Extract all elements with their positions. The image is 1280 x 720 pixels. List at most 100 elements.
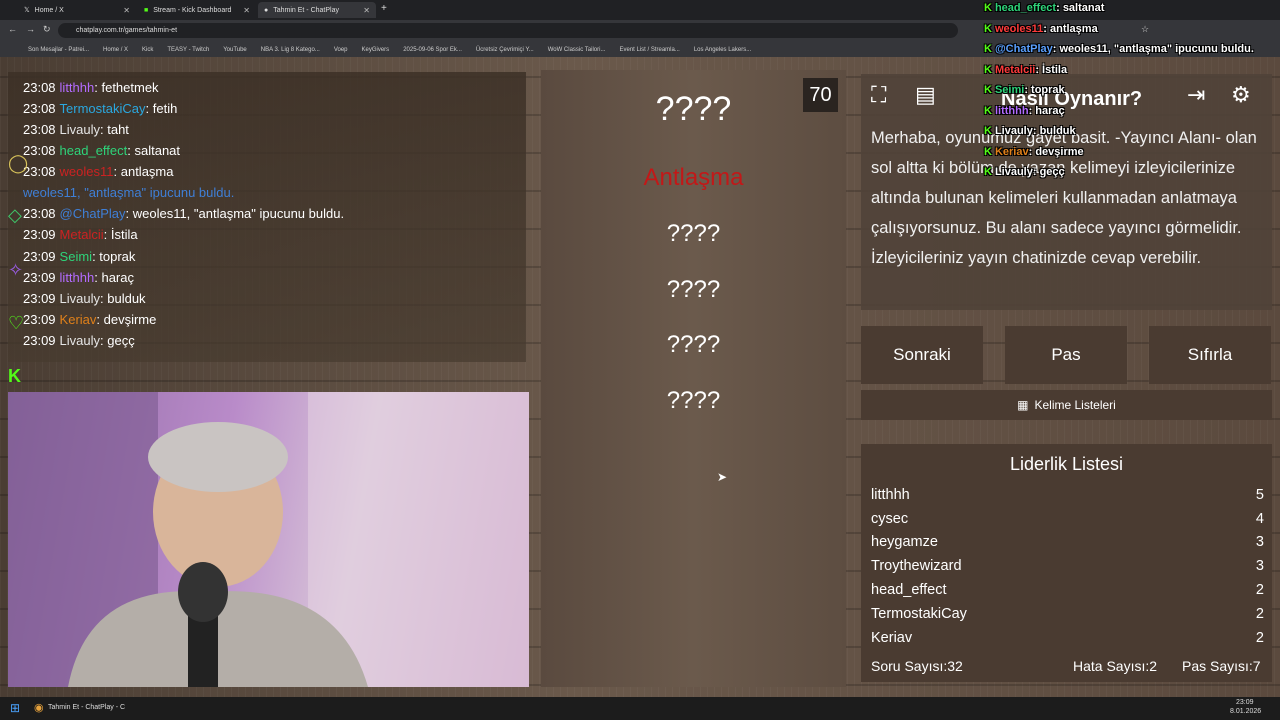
settings-gear-icon[interactable]: ⚙ bbox=[1231, 82, 1251, 108]
kick-badge-icon: K bbox=[984, 104, 992, 117]
close-tab-icon[interactable]: ✕ bbox=[363, 6, 370, 15]
bookmark-item[interactable]: Home / X bbox=[103, 47, 128, 53]
overlay-chat-message: Kweoles11: antlaşma bbox=[984, 23, 1098, 35]
chat-username[interactable]: litthhh bbox=[60, 270, 95, 285]
bookmark-item[interactable]: Son Mesajlar - Patrei... bbox=[28, 47, 89, 53]
windows-start-icon[interactable]: ⊞ bbox=[10, 701, 20, 715]
player-name: Troythewizard bbox=[871, 558, 962, 574]
chat-time: 23:09 bbox=[23, 227, 56, 242]
reset-button[interactable]: Sıfırla bbox=[1149, 326, 1271, 384]
bookmark-star-icon[interactable]: ☆ bbox=[1141, 24, 1149, 35]
sparkle-icon: ✧ bbox=[8, 260, 24, 280]
chat-message: 23:09 Livauly: geçç bbox=[23, 333, 135, 348]
bookmark-item[interactable]: Voep bbox=[334, 47, 348, 53]
overlay-username: weoles11 bbox=[994, 22, 1044, 35]
chat-text: : weoles11, "antlaşma" ipucunu buldu. bbox=[125, 206, 345, 221]
overlay-chat-message: K @ChatPlay: weoles11, "antlaşma" ipucunu… bbox=[984, 43, 1254, 55]
chat-text: : fethetmek bbox=[94, 80, 159, 95]
error-count: Hata Sayısı:2 bbox=[1073, 658, 1158, 674]
word-lists-button[interactable]: ▦ Kelime Listeleri bbox=[861, 390, 1272, 420]
chrome-icon[interactable]: ◉ bbox=[34, 701, 44, 714]
overlay-chat-message: K Metalcii: İstila bbox=[984, 64, 1067, 76]
chat-username[interactable]: weoles11, bbox=[23, 185, 81, 200]
chat-message: 23:08 litthhh: fethetmek bbox=[23, 80, 159, 95]
chat-username[interactable]: Seimi bbox=[60, 249, 93, 264]
leaderboard-row: head_effect 2 bbox=[871, 582, 1264, 598]
chat-text: : antlaşma bbox=[113, 164, 174, 179]
bookmark-item[interactable]: NBA 3. Lig 8 Katego... bbox=[261, 47, 320, 53]
chat-username[interactable]: Keriav bbox=[60, 312, 97, 327]
bookmark-item[interactable]: Ücretsiz Çevrimiçi Y... bbox=[476, 47, 534, 53]
back-icon[interactable]: ← bbox=[8, 24, 17, 34]
new-tab-button[interactable]: + bbox=[381, 3, 387, 14]
leaderboard-row: heygamze 3 bbox=[871, 534, 1264, 550]
chat-message: 23:09 Seimi: toprak bbox=[23, 249, 135, 264]
chat-text: : bulduk bbox=[100, 291, 146, 306]
tab-tahmin-et[interactable]: ● Tahmin Et - ChatPlay ✕ bbox=[258, 2, 376, 18]
chat-message: 23:08 weoles11: antlaşma bbox=[23, 164, 174, 179]
bookmark-item[interactable]: 2025-09-06 Spor Ek... bbox=[403, 47, 462, 53]
kick-badge-icon: K bbox=[984, 125, 992, 137]
overlay-text: : saltanat bbox=[1056, 2, 1105, 14]
chat-username[interactable]: Livauly bbox=[60, 291, 100, 306]
overlay-username: Seimi bbox=[994, 84, 1025, 96]
fullscreen-icon[interactable]: ⛶ bbox=[871, 82, 886, 108]
document-icon[interactable]: ▤ bbox=[915, 82, 936, 108]
player-name: Keriav bbox=[871, 630, 913, 646]
word-lists-label: Kelime Listeleri bbox=[1034, 398, 1116, 412]
player-score: 2 bbox=[1255, 606, 1264, 622]
forward-icon[interactable]: → bbox=[26, 24, 35, 34]
logout-icon[interactable]: ⇥ bbox=[1187, 82, 1205, 108]
overlay-chat-message: Khead_effect: saltanat bbox=[984, 2, 1104, 14]
bookmark-item[interactable]: WoW Classic Tailori... bbox=[548, 47, 606, 53]
player-score: 4 bbox=[1255, 511, 1264, 527]
chat-username[interactable]: Metalcii bbox=[60, 227, 104, 242]
pass-button[interactable]: Pas bbox=[1005, 326, 1127, 384]
chat-text: : fetih bbox=[145, 101, 178, 116]
chat-username[interactable]: litthhh bbox=[60, 80, 95, 95]
bookmark-item[interactable]: Kick bbox=[142, 47, 153, 53]
close-tab-icon[interactable]: ✕ bbox=[123, 6, 130, 15]
bookmark-item[interactable]: YouTube bbox=[223, 47, 247, 53]
clock-date: 8.01.2026 bbox=[1230, 708, 1262, 715]
close-tab-icon[interactable]: ✕ bbox=[243, 6, 250, 15]
chat-username[interactable]: Livauly bbox=[60, 122, 100, 137]
tab-kick-dashboard[interactable]: ■ Stream - Kick Dashboard ✕ bbox=[138, 2, 256, 18]
chat-time: 23:09 bbox=[23, 291, 56, 306]
x-logo-icon: 𝕏 bbox=[24, 7, 30, 14]
list-icon: ▦ bbox=[1017, 398, 1029, 412]
chat-username[interactable]: head_effect bbox=[60, 143, 128, 158]
chat-text: : haraç bbox=[94, 270, 134, 285]
clock-time: 23:09 bbox=[1236, 699, 1254, 706]
chat-time: 23:08 bbox=[23, 80, 56, 95]
overlay-text: : bulduk bbox=[1032, 125, 1076, 137]
kick-k-icon: K bbox=[8, 366, 21, 386]
reload-icon[interactable]: ↻ bbox=[43, 24, 51, 35]
taskbar: ⊞ ◉ Tahmin Et - ChatPlay - C 23:09 8.01.… bbox=[0, 697, 1280, 720]
bookmark-item[interactable]: TEASY - Twitch bbox=[167, 47, 209, 53]
chat-message: 23:08 TermostakiCay: fetih bbox=[23, 101, 177, 116]
leaderboard-row: TermostakiCay 2 bbox=[871, 606, 1264, 622]
overlay-username: head_effect bbox=[994, 2, 1057, 14]
overlay-username: Livauly bbox=[994, 125, 1033, 137]
chat-username[interactable]: Livauly bbox=[60, 333, 100, 348]
bookmark-item[interactable]: KeyGivers bbox=[362, 47, 390, 53]
kick-badge-icon: K bbox=[984, 2, 992, 14]
bookmark-item[interactable]: Event List / Streamla... bbox=[619, 47, 679, 53]
bookmark-item[interactable]: Los Angeles Lakers... bbox=[694, 47, 751, 53]
taskbar-app-label[interactable]: Tahmin Et - ChatPlay - C bbox=[48, 704, 125, 711]
chat-username[interactable]: @ChatPlay bbox=[60, 206, 126, 221]
leaderboard-row: litthhh 5 bbox=[871, 487, 1264, 503]
chat-username[interactable]: weoles11 bbox=[60, 164, 114, 179]
chat-text: : geçç bbox=[100, 333, 135, 348]
next-button[interactable]: Sonraki bbox=[861, 326, 983, 384]
url-text: chatplay.com.tr/games/tahmin-et bbox=[76, 27, 178, 34]
player-name: head_effect bbox=[871, 582, 947, 598]
tab-home-x[interactable]: 𝕏 Home / X ✕ bbox=[18, 2, 136, 18]
hidden-word: ???? bbox=[666, 331, 721, 358]
address-bar[interactable]: chatplay.com.tr/games/tahmin-et bbox=[58, 23, 958, 38]
chat-username[interactable]: TermostakiCay bbox=[60, 101, 146, 116]
chat-log: 23:08 litthhh: fethetmek 23:08 TermostakiCa… bbox=[8, 72, 526, 362]
hidden-word: ???? bbox=[666, 276, 721, 303]
kick-logo-icon: ■ bbox=[144, 6, 149, 14]
